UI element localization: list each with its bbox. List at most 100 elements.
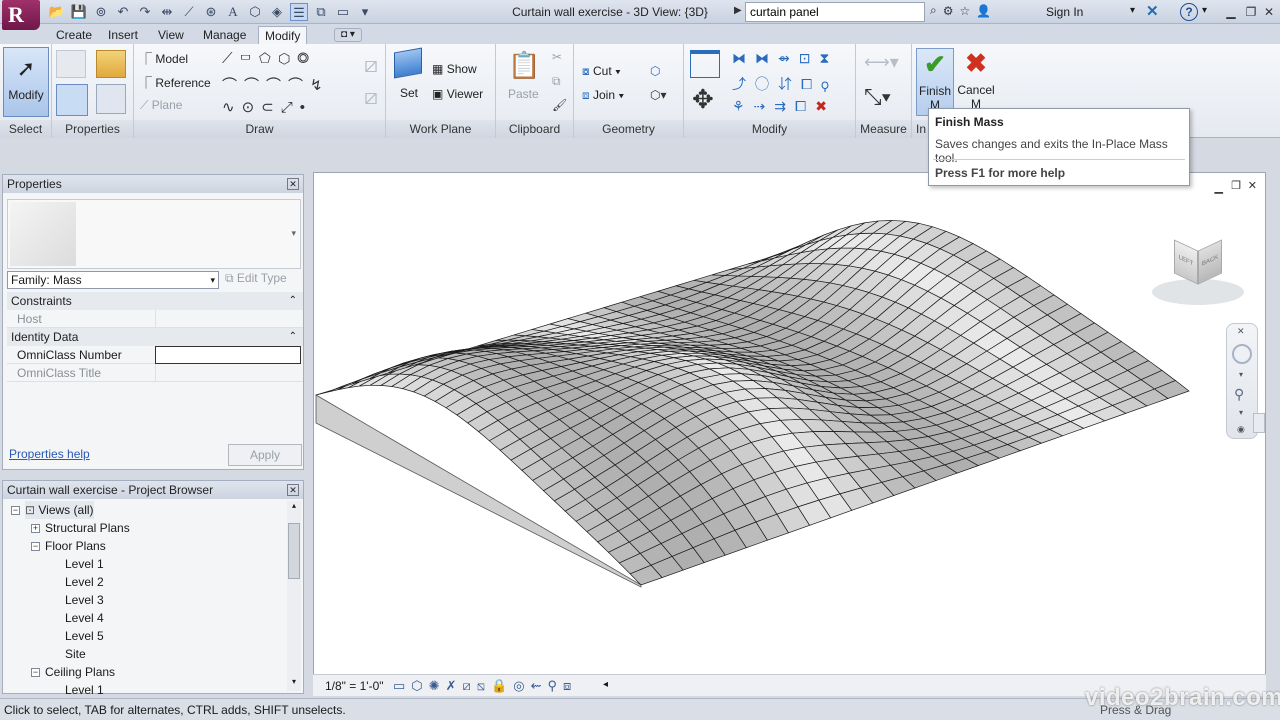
family-category-icon[interactable]	[96, 84, 126, 114]
tree-item[interactable]: Structural Plans	[45, 519, 130, 537]
properties-button-icon[interactable]	[56, 84, 88, 116]
tree-item[interactable]: Ceiling Plans	[45, 663, 115, 681]
tab-create[interactable]: Create	[50, 26, 98, 44]
lock-view-icon[interactable]: 🔒	[491, 678, 507, 694]
nav-bar-options-icon[interactable]: ◉	[1237, 424, 1245, 435]
tree-item[interactable]: Level 4	[65, 609, 104, 627]
show-crop-icon[interactable]: ⧅	[477, 678, 485, 694]
undo-icon[interactable]: ↶	[114, 3, 132, 21]
tree-item[interactable]: Level 3	[65, 591, 104, 609]
minimize-icon[interactable]: ▁	[1220, 3, 1242, 21]
scroll-down-icon[interactable]: ▾	[288, 677, 300, 691]
modify-tools-row1[interactable]: ⧓⧓⇴⊡⧗	[732, 50, 838, 67]
open-icon[interactable]: 📂	[48, 3, 66, 21]
omniclass-number-field[interactable]	[155, 346, 301, 364]
vertical-scroll-thumb[interactable]	[1253, 413, 1265, 433]
pick-lines-icon[interactable]: ⧄	[364, 52, 378, 78]
dimension-icon[interactable]: ⟋	[180, 3, 198, 21]
finish-mass-button[interactable]: ✔ Finish M	[916, 48, 954, 116]
modify-tools-row3[interactable]: ⚘⇢⇉⧠✖	[732, 98, 836, 115]
shadows-icon[interactable]: ✗	[446, 678, 457, 694]
pick-faces-icon[interactable]: ⧄	[364, 84, 378, 110]
application-menu-button[interactable]: R	[2, 0, 40, 30]
tree-item[interactable]: Level 5	[65, 627, 104, 645]
curtain-mass-model[interactable]	[314, 173, 1267, 673]
chevron-down-icon[interactable]: ▾	[1239, 408, 1243, 417]
group-constraints[interactable]: Constraints ⌃	[7, 292, 303, 310]
draw-tools-row3[interactable]: ∿⊙⊂⤢•	[222, 98, 312, 116]
cut-icon[interactable]: ✂	[552, 50, 562, 64]
tree-item[interactable]: Level 1	[65, 681, 104, 699]
apply-button[interactable]: Apply	[228, 444, 302, 466]
tab-manage[interactable]: Manage	[197, 26, 252, 44]
zoom-icon[interactable]: ⚲	[1234, 386, 1244, 403]
viewcube[interactable]: LEFT BACK	[1152, 239, 1244, 309]
collapse-icon[interactable]: −	[31, 668, 40, 677]
measure-icon[interactable]: ⇹	[158, 3, 176, 21]
modify-button[interactable]: ➚ Modify	[3, 47, 49, 117]
highlight-icon[interactable]: ⧈	[563, 678, 571, 694]
thin-lines-icon[interactable]: ☰	[290, 3, 308, 21]
scroll-thumb[interactable]	[288, 523, 300, 579]
user-icon[interactable]: 👤	[976, 4, 991, 18]
viewcube-left-face[interactable]: LEFT	[1174, 239, 1198, 285]
aligned-dimension-icon[interactable]: ⟷▾	[864, 52, 899, 73]
close-icon[interactable]: ✕	[287, 484, 299, 496]
void-icon[interactable]: ⬡	[650, 64, 660, 78]
close-icon[interactable]: ✕	[287, 178, 299, 190]
temporary-hide-icon[interactable]: ◎	[513, 678, 524, 694]
move-icon[interactable]: ✥	[692, 84, 714, 115]
crop-region-icon[interactable]: ⧄	[462, 678, 470, 694]
modify-tools-row2[interactable]: ⤴◯⇵⧠⚲	[732, 74, 838, 94]
tree-item[interactable]: Site	[65, 645, 86, 663]
work-plane-viewer-button[interactable]: ▣ Viewer	[432, 87, 483, 101]
properties-help-link[interactable]: Properties help	[9, 447, 90, 461]
tree-item[interactable]: Level 1	[65, 555, 104, 573]
scroll-left-icon[interactable]: ◂	[603, 679, 608, 690]
qat-dropdown-icon[interactable]: ▾	[356, 3, 374, 21]
join-geometry-button[interactable]: ⧈ Join ▾	[582, 88, 624, 103]
copy-icon[interactable]: ⧉	[552, 74, 561, 89]
binoculars-icon[interactable]: ⌕	[930, 3, 937, 18]
paste-button[interactable]: 📋 Paste	[508, 50, 540, 101]
sign-in-dropdown-icon[interactable]: ▾	[1130, 5, 1135, 16]
detail-level-icon[interactable]: ▭	[393, 678, 405, 694]
group-identity-data[interactable]: Identity Data ⌃	[7, 328, 303, 346]
favorites-icon[interactable]: ☆	[960, 4, 971, 18]
scroll-up-icon[interactable]: ▴	[288, 501, 300, 515]
reveal-hidden-icon[interactable]: ⇜	[531, 678, 542, 694]
show-work-plane-button[interactable]: ▦ Show	[432, 62, 477, 76]
reference-plane-button[interactable]: ⟋ Plane	[140, 98, 182, 113]
3d-view-icon[interactable]: ⬡	[246, 3, 264, 21]
tab-modify[interactable]: Modify	[258, 26, 308, 44]
subscription-icon[interactable]: ⚙	[943, 4, 954, 18]
type-selector[interactable]: ▾	[7, 199, 301, 269]
analysis-icon[interactable]: ⚲	[547, 678, 557, 694]
cut-geometry-button[interactable]: ⧇ Cut ▾	[582, 64, 621, 79]
sun-path-icon[interactable]: ✺	[429, 678, 440, 694]
wall-joins-icon[interactable]: ⬡▾	[650, 88, 667, 102]
collapse-icon[interactable]: −	[31, 542, 40, 551]
section-icon[interactable]: ◈	[268, 3, 286, 21]
switch-windows-icon[interactable]: ▭	[334, 3, 352, 21]
tag-icon[interactable]: ⊛	[202, 3, 220, 21]
steering-wheel-icon[interactable]	[1232, 344, 1252, 364]
expand-icon[interactable]: +	[31, 524, 40, 533]
visual-style-icon[interactable]: ⬡	[411, 678, 422, 694]
sync-icon[interactable]: ⊚	[92, 3, 110, 21]
chevron-down-icon[interactable]: ▾	[1239, 370, 1243, 379]
set-work-plane-button[interactable]: Set	[394, 47, 424, 100]
browser-scrollbar[interactable]: ▴ ▾	[287, 501, 301, 691]
3d-viewport[interactable]: ▁ ❐ ✕ LEFT BACK ✕ ▾ ⚲ ▾ ◉	[313, 172, 1266, 694]
cancel-mass-button[interactable]: ✖ Cancel M	[956, 48, 996, 111]
view-restore-icon[interactable]: ❐	[1231, 179, 1241, 192]
tree-item[interactable]: Level 2	[65, 573, 104, 591]
viewcube-back-face[interactable]: BACK	[1198, 239, 1222, 285]
draw-tools-row1[interactable]: ⟋▭⬠⬡◎	[222, 50, 316, 67]
tab-view[interactable]: View	[152, 26, 190, 44]
view-scale[interactable]: 1/8" = 1'-0"	[325, 679, 384, 693]
tab-insert[interactable]: Insert	[102, 26, 144, 44]
measure-distance-icon[interactable]: ⤡▾	[864, 84, 891, 110]
view-minimize-icon[interactable]: ▁	[1215, 181, 1223, 194]
tree-item[interactable]: ⊡ Views (all)	[25, 501, 94, 519]
